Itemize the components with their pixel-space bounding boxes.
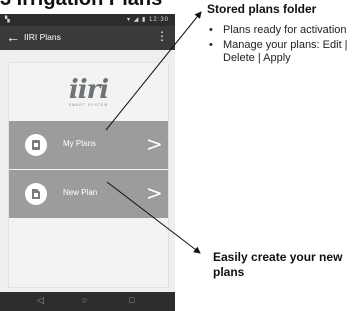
arrow-to-stored-callout <box>105 11 202 131</box>
create-plans-callout: Easily create your new plans <box>213 250 343 279</box>
arrow-to-create-callout <box>106 181 201 254</box>
bullet-item: Manage your plans: Edit | Delete | Apply <box>207 39 357 65</box>
bullet-item: Plans ready for activation <box>207 24 357 37</box>
stored-plans-bullets: Plans ready for activation Manage your p… <box>207 24 357 67</box>
stored-plans-callout-title: Stored plans folder <box>207 2 317 16</box>
